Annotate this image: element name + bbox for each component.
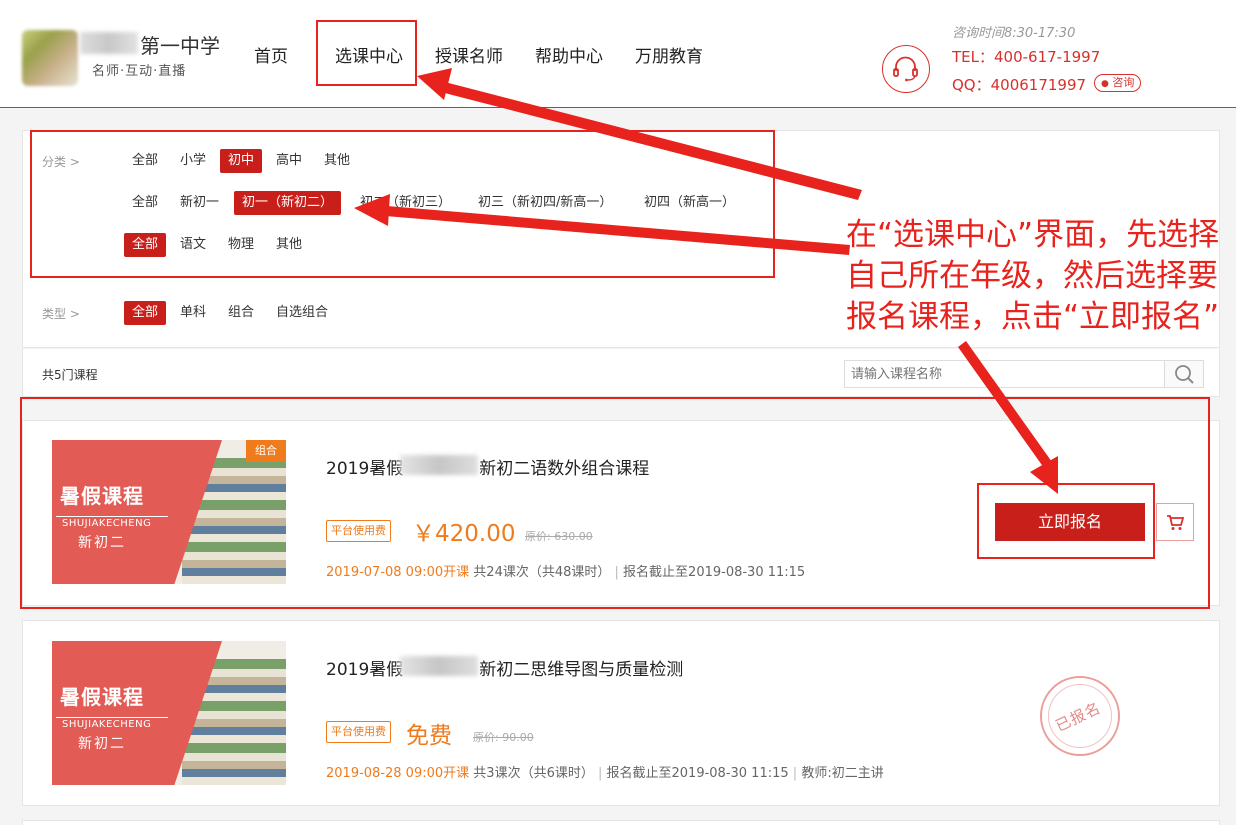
school-logo[interactable]	[22, 30, 78, 86]
course-meta: 2019-08-28 09:00开课 共3课次（共6课时） | 报名截止至201…	[326, 766, 884, 781]
original-price: 原价: 90.00	[473, 731, 534, 744]
annotation-highlight-nav	[316, 20, 417, 86]
course-title[interactable]: 2019暑假 新初二思维导图与质量检测	[326, 655, 683, 680]
type-chip-all[interactable]: 全部	[124, 301, 167, 325]
search-button[interactable]	[1164, 360, 1204, 388]
fee-badge: 平台使用费	[326, 721, 391, 743]
type-chip-single[interactable]: 单科	[172, 301, 214, 325]
nav-wanpeng[interactable]: 万朋教育	[635, 42, 703, 67]
consult-button[interactable]: ● 咨询	[1094, 74, 1142, 92]
nav-teachers[interactable]: 授课名师	[435, 42, 503, 67]
type-label: 类型 >	[42, 307, 80, 321]
course-count: 共5门课程	[42, 368, 98, 382]
blurred-name	[400, 656, 478, 676]
thumb-pinyin: SHUJIAKECHENG	[62, 719, 152, 730]
search-icon	[1175, 365, 1194, 384]
contact-phone: TEL：400-617-1997	[952, 48, 1101, 66]
course-price: 免费	[406, 723, 452, 749]
course-thumbnail[interactable]: 暑假课程 SHUJIAKECHENG 新初二	[52, 641, 286, 785]
qq-penguin-icon: ●	[1101, 79, 1109, 89]
school-name: 第一中学	[140, 34, 220, 58]
contact-hours: 咨询时间8:30-17:30	[952, 26, 1076, 41]
type-chip-custom-combo[interactable]: 自选组合	[268, 301, 336, 325]
school-slogan: 名师·互动·直播	[92, 64, 187, 79]
thumb-title: 暑假课程	[60, 685, 144, 709]
type-chip-combo[interactable]: 组合	[220, 301, 262, 325]
enrolled-stamp: 已报名	[1040, 676, 1120, 756]
course-card	[22, 820, 1220, 825]
annotation-highlight-filters	[30, 130, 775, 278]
contact-qq: QQ：4006171997	[952, 76, 1087, 94]
consult-label: 咨询	[1112, 76, 1135, 89]
instruction-annotation: 在“选课中心”界面，先选择自己所在年级，然后选择要报名课程，点击“立即报名”	[846, 217, 1220, 335]
thumb-grade: 新初二	[78, 736, 126, 752]
headset-icon[interactable]	[882, 45, 930, 93]
blurred-name	[80, 32, 138, 54]
nav-help[interactable]: 帮助中心	[535, 42, 603, 67]
annotation-highlight-enroll	[977, 483, 1155, 559]
search-input[interactable]	[844, 360, 1164, 388]
nav-home[interactable]: 首页	[254, 42, 288, 67]
